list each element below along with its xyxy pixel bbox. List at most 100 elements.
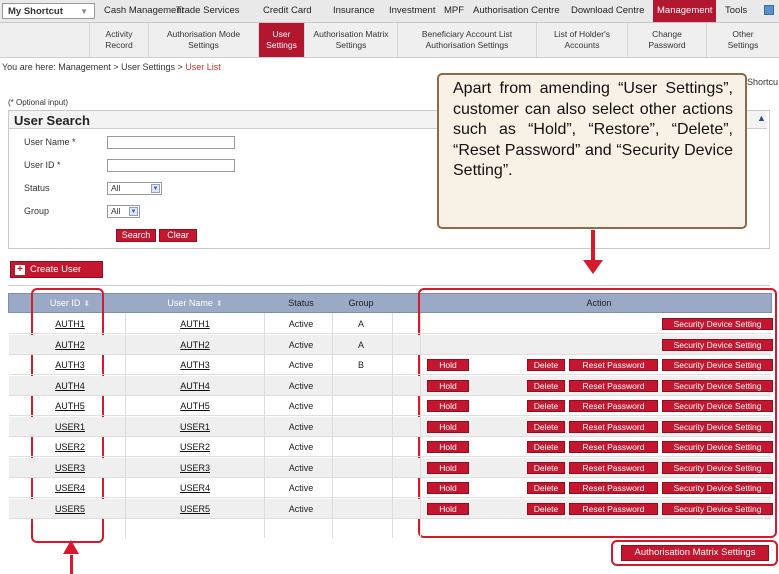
user-id-link[interactable]: AUTH2	[40, 335, 100, 355]
delete-button[interactable]: Delete	[527, 400, 565, 412]
user-name-link[interactable]: AUTH1	[140, 314, 250, 334]
delete-button[interactable]: Delete	[527, 441, 565, 453]
header-user-name[interactable]: User Name ⬍	[140, 293, 250, 313]
reset-password-button[interactable]: Reset Password	[569, 462, 658, 474]
security-device-setting-button[interactable]: Security Device Setting	[662, 462, 773, 474]
hold-button[interactable]: Hold	[427, 503, 469, 515]
clear-button[interactable]: Clear	[159, 229, 197, 242]
reset-password-button[interactable]: Reset Password	[569, 421, 658, 433]
sub-menu-beneficiary-account-list-authorisation-settings[interactable]: Beneficiary Account List Authorisation Se…	[397, 23, 536, 57]
status-cell: Active	[288, 463, 314, 473]
user-id-link[interactable]: USER1	[40, 417, 100, 437]
user-id-link[interactable]: AUTH3	[40, 355, 100, 375]
user-name-link[interactable]: AUTH2	[140, 335, 250, 355]
sub-menu-activity-record[interactable]: Activity Record	[89, 23, 148, 57]
reset-password-button[interactable]: Reset Password	[569, 441, 658, 453]
user-id-input[interactable]	[107, 159, 235, 172]
top-menu-authorisation-centre[interactable]: Authorisation Centre	[473, 0, 560, 22]
top-menu-credit-card[interactable]: Credit Card	[263, 0, 312, 22]
security-device-setting-button[interactable]: Security Device Setting	[662, 318, 773, 330]
shortcut-link[interactable]: Shortcu	[747, 77, 778, 87]
collapse-icon[interactable]: ▲	[757, 113, 766, 123]
security-device-setting-button[interactable]: Security Device Setting	[662, 503, 773, 515]
sub-menu-label-line: Record	[105, 40, 133, 50]
hold-button[interactable]: Hold	[427, 380, 469, 392]
user-id-link[interactable]: USER3	[40, 458, 100, 478]
user-id-link[interactable]: AUTH4	[40, 376, 100, 396]
security-device-setting-button[interactable]: Security Device Setting	[662, 339, 773, 351]
sub-menu-label-line: Password	[648, 40, 686, 50]
user-id-link[interactable]: USER2	[40, 437, 100, 457]
delete-button[interactable]: Delete	[527, 503, 565, 515]
reset-password-button[interactable]: Reset Password	[569, 503, 658, 515]
sub-menu-label: Beneficiary Account List Authorisation Se…	[422, 29, 512, 51]
sub-menu-authorisation-matrix-settings[interactable]: Authorisation Matrix Settings	[304, 23, 397, 57]
reset-password-button[interactable]: Reset Password	[569, 359, 658, 371]
top-menu-insurance[interactable]: Insurance	[333, 0, 375, 22]
delete-button[interactable]: Delete	[527, 462, 565, 474]
delete-button[interactable]: Delete	[527, 421, 565, 433]
sub-menu-change-password[interactable]: Change Password	[627, 23, 706, 57]
my-shortcut-dropdown[interactable]: My Shortcut ▼	[2, 3, 95, 19]
security-device-setting-button[interactable]: Security Device Setting	[662, 359, 773, 371]
sub-menu-user-settings[interactable]: User Settings	[258, 23, 304, 57]
arrow-down-icon	[583, 260, 603, 274]
top-menu-tools[interactable]: Tools	[725, 0, 747, 22]
security-device-setting-button[interactable]: Security Device Setting	[662, 421, 773, 433]
group-select[interactable]: All ▼	[107, 205, 140, 218]
sub-menu-authorisation-mode-settings[interactable]: Authorisation Mode Settings	[148, 23, 258, 57]
user-id-link[interactable]: USER4	[40, 478, 100, 498]
reset-password-button[interactable]: Reset Password	[569, 400, 658, 412]
status-select[interactable]: All ▼	[107, 182, 162, 195]
delete-button[interactable]: Delete	[527, 380, 565, 392]
group-cell: A	[357, 319, 364, 329]
top-menu-management[interactable]: Management	[653, 0, 717, 22]
header-status: Status	[288, 298, 314, 308]
status-cell: Active	[288, 360, 314, 370]
create-user-button[interactable]: + Create User	[10, 261, 103, 278]
hold-button[interactable]: Hold	[427, 462, 469, 474]
security-device-setting-button[interactable]: Security Device Setting	[662, 400, 773, 412]
column-divider	[392, 313, 393, 538]
arrow-up-icon	[63, 540, 79, 554]
user-name-link[interactable]: USER5	[140, 499, 250, 519]
user-id-link[interactable]: AUTH5	[40, 396, 100, 416]
hold-button[interactable]: Hold	[427, 400, 469, 412]
hold-button[interactable]: Hold	[427, 421, 469, 433]
sub-menu-other-settings[interactable]: Other Settings	[706, 23, 779, 57]
user-name-link[interactable]: USER2	[140, 437, 250, 457]
security-device-setting-button[interactable]: Security Device Setting	[662, 380, 773, 392]
sub-menu-label-line: List of Holder's	[554, 29, 610, 39]
user-name-link[interactable]: USER3	[140, 458, 250, 478]
authorisation-matrix-settings-button[interactable]: Authorisation Matrix Settings	[621, 545, 769, 561]
hold-button[interactable]: Hold	[427, 359, 469, 371]
top-menu-mpf[interactable]: MPF	[444, 0, 464, 22]
top-menu-trade-services[interactable]: Trade Services	[176, 0, 240, 22]
delete-button[interactable]: Delete	[527, 359, 565, 371]
top-menu-cash-management[interactable]: Cash Management	[104, 0, 184, 22]
sub-menu-label-line: Authorisation Mode	[166, 29, 241, 39]
security-device-setting-button[interactable]: Security Device Setting	[662, 441, 773, 453]
top-menu-download-centre[interactable]: Download Centre	[571, 0, 644, 22]
user-name-link[interactable]: AUTH5	[140, 396, 250, 416]
status-cell: Active	[288, 319, 314, 329]
user-name-link[interactable]: USER1	[140, 417, 250, 437]
user-id-link[interactable]: AUTH1	[40, 314, 100, 334]
user-name-link[interactable]: USER4	[140, 478, 250, 498]
status-select-value: All	[111, 183, 121, 193]
user-name-link[interactable]: AUTH3	[140, 355, 250, 375]
top-menu-investment[interactable]: Investment	[389, 0, 435, 22]
user-name-input[interactable]	[107, 136, 235, 149]
reset-password-button[interactable]: Reset Password	[569, 380, 658, 392]
reset-password-button[interactable]: Reset Password	[569, 482, 658, 494]
hold-button[interactable]: Hold	[427, 482, 469, 494]
search-button[interactable]: Search	[116, 229, 156, 242]
user-name-link[interactable]: AUTH4	[140, 376, 250, 396]
chevron-down-icon: ▼	[151, 184, 160, 193]
sub-menu-list-of-holder-s-accounts[interactable]: List of Holder's Accounts	[536, 23, 627, 57]
tools-icon[interactable]	[764, 5, 774, 15]
hold-button[interactable]: Hold	[427, 441, 469, 453]
security-device-setting-button[interactable]: Security Device Setting	[662, 482, 773, 494]
user-id-link[interactable]: USER5	[40, 499, 100, 519]
delete-button[interactable]: Delete	[527, 482, 565, 494]
